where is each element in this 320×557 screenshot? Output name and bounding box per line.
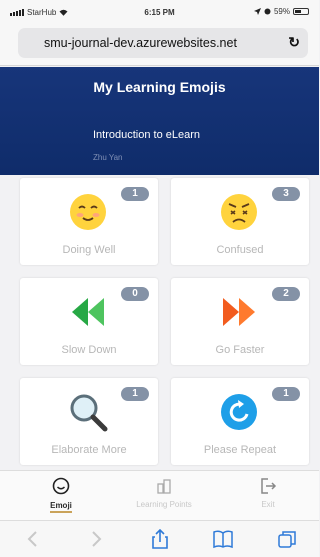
exit-icon [261,478,277,494]
course-name: Introduction to eLearn [93,129,201,141]
browser-toolbar [0,520,319,557]
magnifier-icon [70,394,108,432]
card-label: Please Repeat [203,444,277,456]
emoji-card-doing-well[interactable]: 1 Doing Well [20,178,158,265]
alarm-icon [264,8,271,15]
reload-icon[interactable]: ↻ [288,34,300,51]
emoji-card-please-repeat[interactable]: 1 Please Repeat [171,378,309,465]
tab-label: Emoji [50,501,72,513]
emoji-card-elaborate-more[interactable]: 1 Elaborate More [20,378,158,465]
count-badge: 2 [272,287,300,301]
url-text: smu-journal-dev.azurewebsites.net [44,36,237,50]
browser-address-bar: smu-journal-dev.azurewebsites.net ↻ [0,22,319,66]
card-label: Elaborate More [51,444,127,456]
repeat-icon [221,394,257,430]
fast-forward-icon [223,298,255,326]
status-right: 59% [253,7,309,16]
status-bar: StarHub 6:15 PM 59% [0,0,319,22]
count-badge: 0 [121,287,149,301]
url-field[interactable]: smu-journal-dev.azurewebsites.net ↻ [18,28,308,58]
rewind-icon [72,298,104,326]
card-label: Go Faster [215,344,265,356]
emoji-card-go-faster[interactable]: 2 Go Faster [171,278,309,365]
bookmarks-icon[interactable] [212,529,234,549]
count-badge: 1 [121,187,149,201]
count-badge: 1 [121,387,149,401]
card-label: Slow Down [61,344,117,356]
forward-icon[interactable] [85,529,107,549]
lightbulb-icon [157,479,171,494]
smiley-face-icon [70,194,106,230]
tab-learning-points[interactable]: Learning Points [124,477,204,509]
share-icon[interactable] [149,529,171,549]
battery-icon [293,8,309,15]
tab-emoji[interactable]: Emoji [21,477,101,513]
card-label: Doing Well [62,244,116,256]
tabs-icon[interactable] [276,529,298,549]
user-name: Zhu Yan [93,153,123,162]
tab-label: Learning Points [136,500,192,509]
count-badge: 3 [272,187,300,201]
emoji-card-slow-down[interactable]: 0 Slow Down [20,278,158,365]
page-header: My Learning Emojis Introduction to eLear… [0,67,319,175]
tab-exit[interactable]: Exit [228,477,308,509]
confused-face-icon [221,194,257,230]
card-label: Confused [216,244,264,256]
bottom-tab-bar: Emoji Learning Points Exit [0,470,319,520]
back-icon[interactable] [22,529,44,549]
location-icon [253,8,261,15]
emoji-card-confused[interactable]: 3 Confused [171,178,309,265]
smiley-outline-icon [52,477,70,495]
tab-label: Exit [261,500,275,509]
count-badge: 1 [272,387,300,401]
page-title: My Learning Emojis [93,79,226,95]
battery-percent: 59% [273,7,290,16]
